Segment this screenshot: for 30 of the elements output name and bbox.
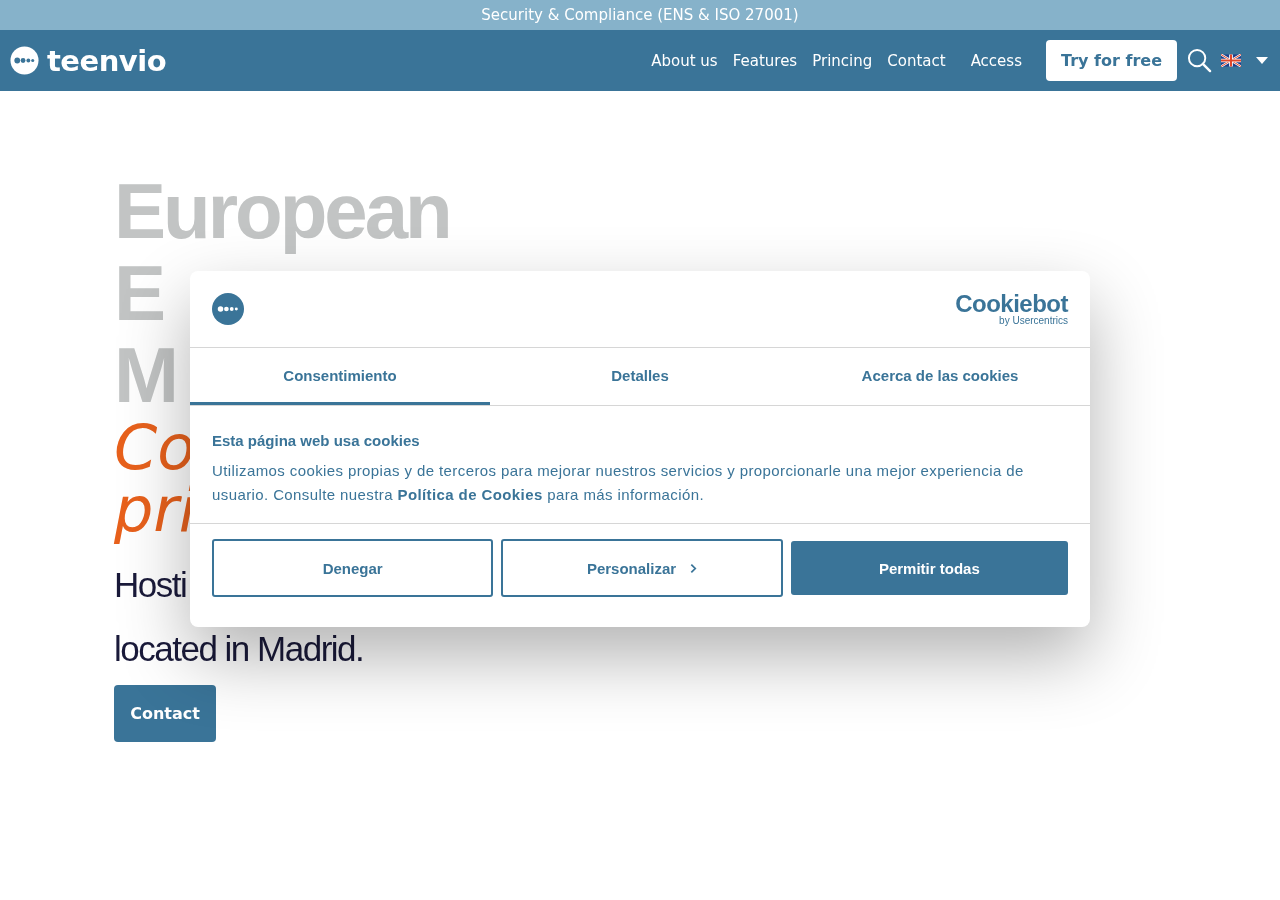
flag-icon[interactable] xyxy=(1221,54,1241,67)
chevron-icon xyxy=(690,562,698,574)
dialog-tab[interactable]: Detalles xyxy=(490,348,790,405)
search-icon[interactable] xyxy=(1187,48,1212,73)
hero-title: E xyxy=(114,252,164,335)
top-banner: Security & Compliance (ENS & ISO 27001) xyxy=(0,0,1280,30)
hero-title: European xyxy=(114,171,451,253)
cookiebot-logo[interactable]: Cookiebot by Usercentrics xyxy=(955,292,1068,326)
hero-text: located in Madrid. xyxy=(114,628,364,669)
dialog-heading: Esta página web usa cookies xyxy=(212,432,421,449)
dialog-tab[interactable]: Consentimiento xyxy=(190,348,490,405)
dialog-text: Utilizamos cookies propias y de terceros para mejorar nuestros servicios y proporcionarle una mejor experiencia de usuario. Consulte nuestra Política de Cookies para más información. xyxy=(212,461,1025,505)
logo-icon xyxy=(212,293,244,325)
hero-subtitle: Co xyxy=(114,416,196,479)
nav-link[interactable]: Princing xyxy=(812,51,873,70)
hero-text: Hosti xyxy=(114,564,187,605)
nav-link[interactable]: Contact xyxy=(887,51,946,70)
logo[interactable]: teenvio xyxy=(10,43,167,78)
logo-icon xyxy=(10,46,39,75)
allow-button[interactable]: Permitir todas xyxy=(790,541,1068,595)
nav-link[interactable]: Access xyxy=(970,51,1022,70)
customize-button[interactable]: Personalizar xyxy=(501,539,783,597)
nav-link[interactable]: About us xyxy=(651,51,718,70)
hero-title: M xyxy=(114,334,177,417)
nav-link[interactable]: Features xyxy=(732,51,798,70)
caret-icon[interactable] xyxy=(1256,57,1268,64)
dialog-tab[interactable]: Acerca de las cookies xyxy=(790,348,1090,405)
deny-button[interactable]: Denegar xyxy=(212,539,494,597)
try-button[interactable]: Try for free xyxy=(1046,40,1177,81)
contact-button[interactable]: Contact xyxy=(114,684,216,742)
